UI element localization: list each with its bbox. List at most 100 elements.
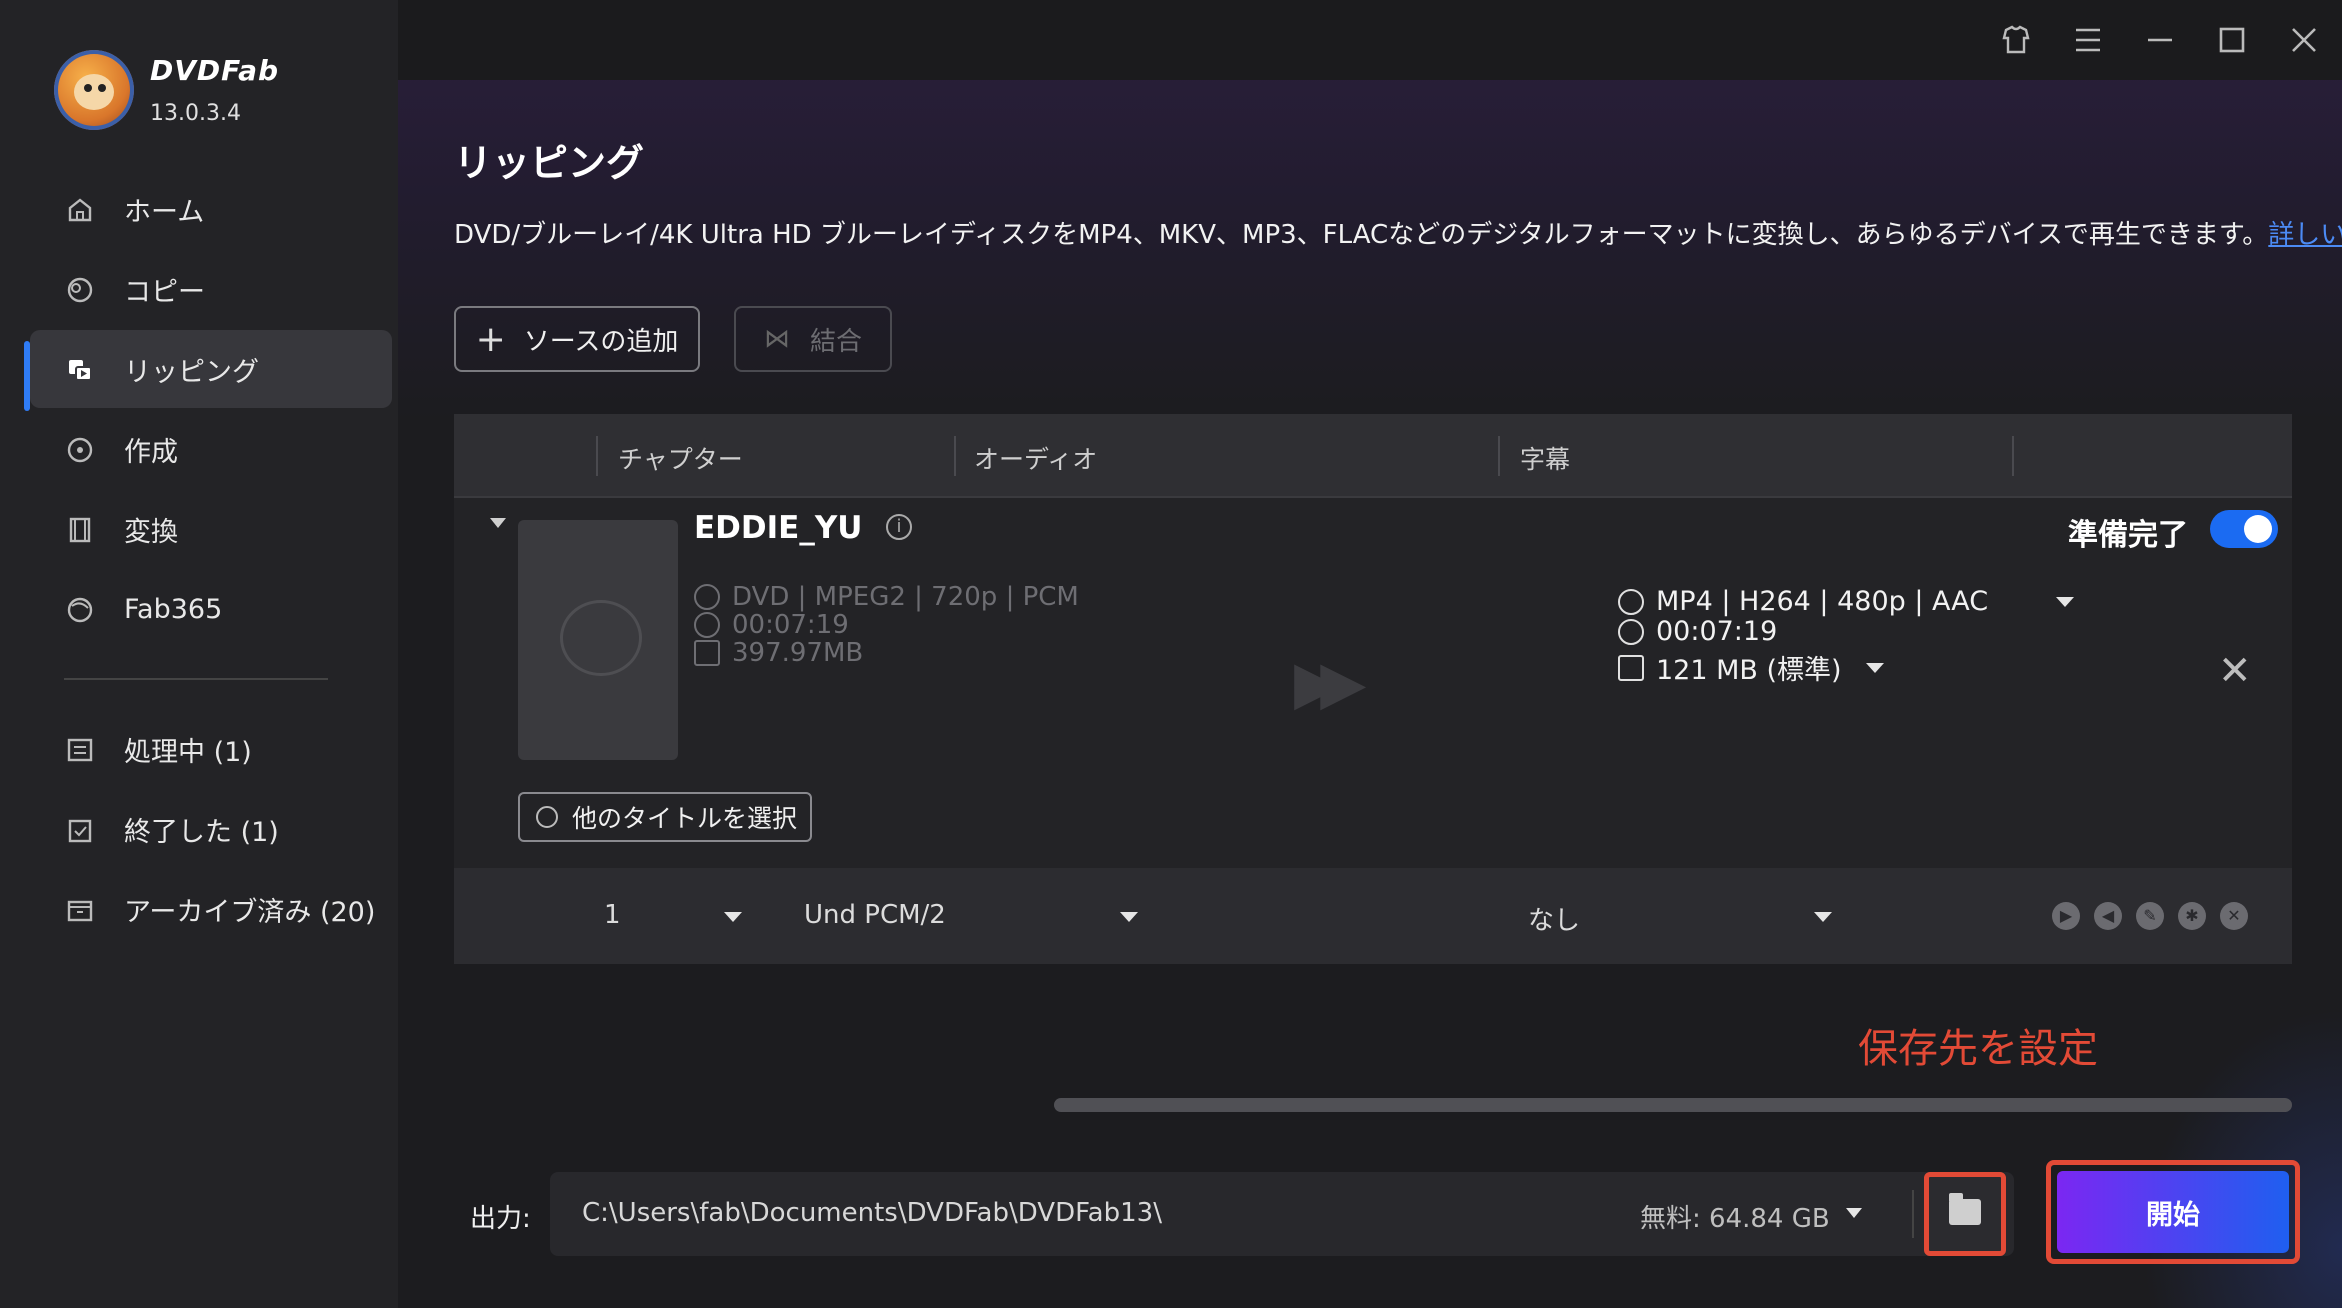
header-divider: [1498, 436, 1500, 476]
menu-icon[interactable]: [2070, 22, 2106, 58]
sidebar-item-archive[interactable]: アーカイブ済み (20): [0, 870, 398, 948]
header-divider: [596, 436, 598, 476]
profile-icon: [1618, 588, 1644, 615]
free-space-dropdown-icon[interactable]: [1846, 1208, 1862, 1218]
brand-name: DVDFab: [150, 54, 280, 87]
audio-select[interactable]: Und PCM/2: [804, 900, 946, 930]
sidebar-item-label: 変換: [124, 516, 178, 548]
select-other-titles-button[interactable]: 他のタイトルを選択: [518, 792, 812, 842]
dvdfab-mascot-icon: [54, 50, 134, 130]
page-description: DVD/ブルーレイ/4K Ultra HD ブルーレイディスクをMP4、MKV、…: [454, 214, 2342, 251]
app-logo: DVDFab 13.0.3.4: [54, 50, 279, 130]
more-info-link[interactable]: 詳しい情報...: [2268, 220, 2342, 250]
maximize-icon[interactable]: [2214, 22, 2250, 58]
add-source-button[interactable]: + ソースの追加: [454, 306, 700, 372]
output-size-text: 121 MB (標準): [1656, 655, 1842, 686]
fab365-icon: [67, 597, 93, 623]
delete-icon[interactable]: ✕: [2220, 902, 2248, 930]
sidebar-item-converter[interactable]: 変換: [0, 490, 398, 568]
output-divider: [1912, 1190, 1914, 1238]
plus-icon: +: [475, 318, 506, 360]
sidebar-item-fab365[interactable]: Fab365: [0, 570, 398, 648]
title-bar: [398, 0, 2342, 80]
list-icon: [536, 806, 558, 828]
shirt-icon[interactable]: [1998, 22, 2034, 58]
sidebar-item-home[interactable]: ホーム: [0, 170, 398, 248]
audio-dropdown-icon[interactable]: [1120, 912, 1138, 922]
output-duration: 00:07:19: [1618, 616, 1777, 647]
free-space: 無料: 64.84 GB: [1640, 1204, 1830, 1234]
subtitle-select[interactable]: なし: [1528, 900, 1580, 937]
ready-label: 準備完了: [2068, 518, 2188, 553]
output-label: 出力:: [470, 1204, 531, 1234]
sidebar-item-label: 作成: [124, 436, 178, 468]
sidebar-item-label: コピー: [124, 276, 205, 308]
sidebar-item-label: ホーム: [124, 196, 205, 228]
ready-toggle[interactable]: [2210, 510, 2278, 548]
file-icon: [694, 640, 720, 666]
settings-icon[interactable]: ✱: [2178, 902, 2206, 930]
chapter-icon[interactable]: ◀: [2094, 902, 2122, 930]
close-icon[interactable]: [2286, 22, 2322, 58]
sidebar-item-ripper[interactable]: リッピング: [30, 330, 392, 408]
merge-button[interactable]: ⋈ 結合: [734, 306, 892, 372]
sidebar-item-label: 処理中 (1): [124, 736, 252, 768]
sidebar-item-finished[interactable]: 終了した (1): [0, 790, 398, 868]
annotation-save-destination: 保存先を設定: [1858, 1026, 2098, 1072]
remove-title-icon[interactable]: ✕: [2218, 648, 2252, 694]
copy-icon: [67, 277, 93, 303]
title-item: EDDIE_YU i DVD | MPEG2 | 720p | PCM 00:0…: [454, 498, 2292, 868]
sidebar-item-creator[interactable]: 作成: [0, 410, 398, 488]
disc-icon: [694, 584, 720, 610]
sidebar-item-label: 終了した (1): [124, 816, 279, 848]
title-table: チャプター オーディオ 字幕 EDDIE_YU i DVD | MPEG2 | …: [454, 414, 2292, 964]
chapter-dropdown-icon[interactable]: [724, 912, 742, 922]
start-button[interactable]: 開始: [2057, 1171, 2289, 1253]
output-size[interactable]: 121 MB (標準): [1618, 648, 1884, 687]
page-title: リッピング: [454, 141, 645, 185]
header-subtitle: 字幕: [1520, 445, 1571, 474]
processing-icon: [67, 738, 93, 762]
info-icon[interactable]: i: [886, 514, 912, 540]
source-format: DVD | MPEG2 | 720p | PCM: [694, 582, 1079, 612]
converter-icon: [69, 517, 91, 543]
output-format-text: MP4 | H264 | 480p | AAC: [1656, 586, 1989, 617]
main-nav: ホーム コピー リッピング 作成 変換 Fab365: [0, 170, 398, 650]
sidebar-divider: [64, 678, 328, 680]
home-icon: [68, 198, 92, 222]
finished-icon: [68, 819, 92, 843]
horizontal-scrollbar[interactable]: [1054, 1098, 2292, 1112]
collapse-toggle[interactable]: [490, 518, 506, 528]
title-thumbnail: [518, 520, 678, 760]
clock-icon: [694, 612, 720, 638]
header-chapter: チャプター: [618, 445, 743, 474]
browse-folder-button[interactable]: [1924, 1172, 2006, 1256]
minimize-icon[interactable]: [2142, 22, 2178, 58]
source-format-text: DVD | MPEG2 | 720p | PCM: [732, 582, 1079, 612]
ripper-icon: [69, 360, 92, 381]
header-divider: [954, 436, 956, 476]
clock-icon: [1618, 618, 1644, 645]
play-icon[interactable]: ▶: [2052, 902, 2080, 930]
queue-nav: 処理中 (1) 終了した (1) アーカイブ済み (20): [0, 710, 398, 950]
sidebar-item-label: リッピング: [124, 356, 259, 388]
sidebar-item-label: アーカイブ済み (20): [124, 896, 376, 928]
size-dropdown-icon[interactable]: [1865, 662, 1884, 673]
title-name: EDDIE_YU: [694, 510, 863, 546]
header-audio: オーディオ: [974, 445, 1098, 474]
output-path: C:\Users\fab\Documents\DVDFab\DVDFab13\: [582, 1198, 1162, 1228]
convert-arrow-icon: ▶▶: [1294, 648, 1366, 718]
profile-dropdown-icon[interactable]: [2056, 596, 2075, 607]
edit-icon[interactable]: ✎: [2136, 902, 2164, 930]
output-path-field[interactable]: C:\Users\fab\Documents\DVDFab\DVDFab13\ …: [550, 1172, 2014, 1256]
folder-icon: [1949, 1193, 1981, 1225]
app-version: 13.0.3.4: [150, 101, 241, 126]
sidebar-item-copy[interactable]: コピー: [0, 250, 398, 328]
chapter-select[interactable]: 1: [604, 900, 621, 930]
source-duration-text: 00:07:19: [732, 610, 849, 640]
table-header: チャプター オーディオ 字幕: [454, 414, 2292, 498]
output-profile[interactable]: MP4 | H264 | 480p | AAC: [1618, 586, 2075, 617]
sidebar-item-processing[interactable]: 処理中 (1): [0, 710, 398, 788]
archive-icon: [67, 900, 93, 922]
subtitle-dropdown-icon[interactable]: [1814, 912, 1832, 922]
